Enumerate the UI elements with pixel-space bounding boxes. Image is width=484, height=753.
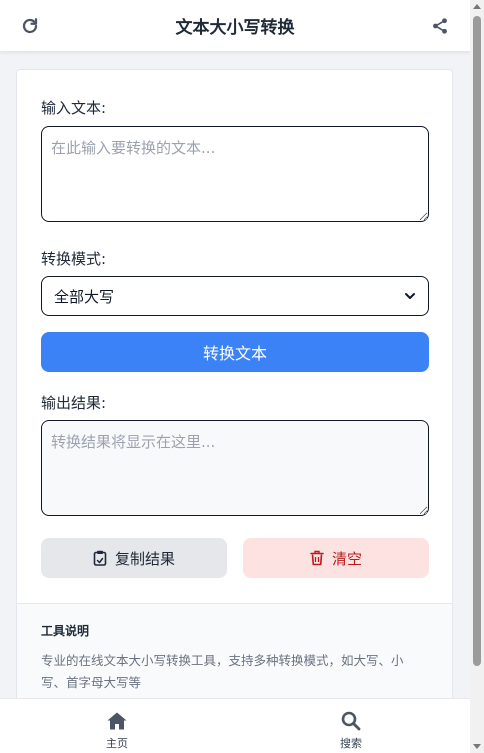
bottom-nav: 主页 搜索 [0, 698, 470, 753]
share-icon [433, 18, 447, 34]
share-button[interactable] [428, 14, 452, 38]
input-textarea[interactable] [41, 126, 429, 222]
clear-button-label: 清空 [331, 549, 362, 568]
nav-item-home[interactable]: 主页 [77, 711, 157, 751]
page-title: 文本大小写转换 [175, 18, 295, 38]
info-description: 专业的在线文本大小写转换工具，支持多种转换模式，如大写、小写、首字母大写等 [41, 653, 404, 690]
input-label: 输入文本: [41, 99, 107, 117]
scrollbar[interactable] [470, 0, 484, 753]
converter-card: 输入文本: 转换模式: 全部大写 转换文本 输出结果: 复制结果 清空 工具说明… [16, 69, 453, 719]
output-textarea[interactable] [41, 420, 429, 516]
scroll-down-icon[interactable] [473, 744, 481, 749]
convert-button[interactable]: 转换文本 [41, 332, 429, 372]
mode-select[interactable]: 全部大写 [41, 276, 429, 316]
app-header: 文本大小写转换 [0, 0, 470, 52]
mode-label: 转换模式: [41, 250, 107, 268]
copy-button[interactable]: 复制结果 [41, 538, 227, 578]
refresh-button[interactable] [18, 14, 42, 38]
scrollbar-thumb[interactable] [473, 16, 481, 666]
nav-label-search: 搜索 [340, 737, 362, 750]
home-icon [107, 712, 127, 730]
convert-button-label: 转换文本 [202, 344, 267, 363]
chevron-down-icon [405, 293, 415, 299]
search-icon [341, 711, 361, 731]
mode-selected-value: 全部大写 [54, 287, 115, 306]
copy-button-label: 复制结果 [114, 549, 175, 568]
clear-button[interactable]: 清空 [243, 538, 429, 578]
output-label: 输出结果: [41, 394, 107, 412]
nav-label-home: 主页 [106, 737, 128, 750]
nav-item-search[interactable]: 搜索 [311, 711, 391, 751]
scroll-up-icon[interactable] [473, 4, 481, 9]
refresh-icon [22, 18, 38, 34]
trash-icon [310, 550, 324, 566]
clipboard-icon [93, 550, 107, 566]
info-title: 工具说明 [41, 624, 90, 638]
